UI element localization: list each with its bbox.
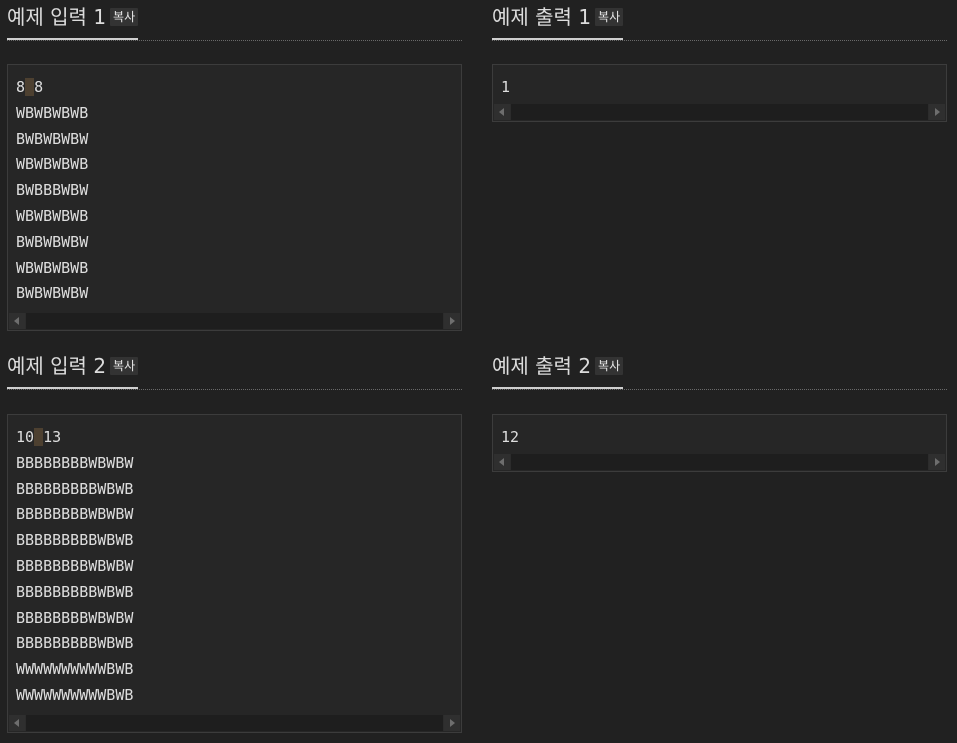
sample-output-2-title-wrap: 예제 출력 2 복사 bbox=[492, 349, 624, 389]
sample-input-1-title-wrap: 예제 입력 1 복사 bbox=[7, 0, 139, 40]
copy-button-input-2[interactable]: 복사 bbox=[110, 357, 139, 375]
horizontal-scrollbar[interactable] bbox=[9, 714, 460, 731]
first-line-a: 8 bbox=[16, 78, 26, 96]
sample-input-1-box[interactable]: 8 8 WBWBWBWB BWBWBWBW WBWBWBWB BWBBBWBW … bbox=[7, 64, 462, 332]
sample-output-2-box[interactable]: 12 bbox=[492, 414, 947, 472]
copy-button-output-1[interactable]: 복사 bbox=[595, 8, 624, 26]
scrollbar-track[interactable] bbox=[26, 313, 443, 330]
horizontal-scrollbar[interactable] bbox=[9, 313, 460, 330]
horizontal-scrollbar[interactable] bbox=[494, 453, 945, 470]
sample-input-2-title-wrap: 예제 입력 2 복사 bbox=[7, 349, 139, 389]
scrollbar-track[interactable] bbox=[511, 103, 928, 120]
sample-output-1-title: 예제 출력 1 bbox=[492, 5, 592, 29]
sample-input-1-headline: 예제 입력 1 복사 bbox=[7, 0, 462, 41]
sample-output-1-section: 예제 출력 1 복사 1 bbox=[492, 0, 947, 122]
copy-button-input-1[interactable]: 복사 bbox=[110, 8, 139, 26]
sample-input-2-lines: BBBBBBBBWBWBW BBBBBBBBBWBWB BBBBBBBBWBWB… bbox=[16, 453, 134, 704]
scrollbar-track[interactable] bbox=[511, 453, 928, 470]
sample-output-2-text: 12 bbox=[493, 415, 946, 457]
sample-input-2-headline: 예제 입력 2 복사 bbox=[7, 349, 462, 390]
sample-output-2-section: 예제 출력 2 복사 12 bbox=[492, 349, 947, 472]
sample-input-2-text: 10 13 BBBBBBBBWBWBW BBBBBBBBBWBWB BBBBBB… bbox=[8, 415, 461, 715]
first-line-a: 10 bbox=[16, 428, 35, 446]
scroll-right-arrow-icon[interactable] bbox=[444, 714, 460, 731]
sample-input-1-lines: WBWBWBWB BWBWBWBW WBWBWBWB BWBBBWBW WBWB… bbox=[16, 103, 89, 303]
selection-highlight bbox=[34, 428, 44, 446]
scroll-right-arrow-icon[interactable] bbox=[929, 103, 945, 120]
scroll-right-arrow-icon[interactable] bbox=[929, 453, 945, 470]
sample-input-2-title: 예제 입력 2 bbox=[7, 354, 107, 378]
output-value: 12 bbox=[501, 428, 520, 446]
scroll-right-arrow-icon[interactable] bbox=[444, 313, 460, 330]
scrollbar-track[interactable] bbox=[26, 714, 443, 731]
sample-output-1-box[interactable]: 1 bbox=[492, 64, 947, 122]
sample-output-1-text: 1 bbox=[493, 65, 946, 107]
sample-output-2-headline: 예제 출력 2 복사 bbox=[492, 349, 947, 390]
scroll-left-arrow-icon[interactable] bbox=[9, 714, 25, 731]
sample-input-2-section: 예제 입력 2 복사 10 13 BBBBBBBBWBWBW BBBBBBBBBW… bbox=[7, 349, 462, 733]
sample-input-2-box[interactable]: 10 13 BBBBBBBBWBWBW BBBBBBBBBWBWB BBBBBB… bbox=[7, 414, 462, 733]
scroll-left-arrow-icon[interactable] bbox=[9, 313, 25, 330]
output-value: 1 bbox=[501, 78, 511, 96]
copy-button-output-2[interactable]: 복사 bbox=[595, 357, 624, 375]
sample-output-2-title: 예제 출력 2 bbox=[492, 354, 592, 378]
scroll-left-arrow-icon[interactable] bbox=[494, 103, 510, 120]
sample-input-1-title: 예제 입력 1 bbox=[7, 5, 107, 29]
first-line-b: 8 bbox=[34, 78, 44, 96]
sample-input-1-text: 8 8 WBWBWBWB BWBWBWBW WBWBWBWB BWBBBWBW … bbox=[8, 65, 461, 313]
sample-output-1-headline: 예제 출력 1 복사 bbox=[492, 0, 947, 41]
sample-output-1-title-wrap: 예제 출력 1 복사 bbox=[492, 0, 624, 40]
scroll-left-arrow-icon[interactable] bbox=[494, 453, 510, 470]
first-line-b: 13 bbox=[43, 428, 62, 446]
sample-input-1-section: 예제 입력 1 복사 8 8 WBWBWBWB BWBWBWBW WBWBWBWB… bbox=[7, 0, 462, 332]
horizontal-scrollbar[interactable] bbox=[494, 103, 945, 120]
selection-highlight bbox=[25, 78, 35, 96]
